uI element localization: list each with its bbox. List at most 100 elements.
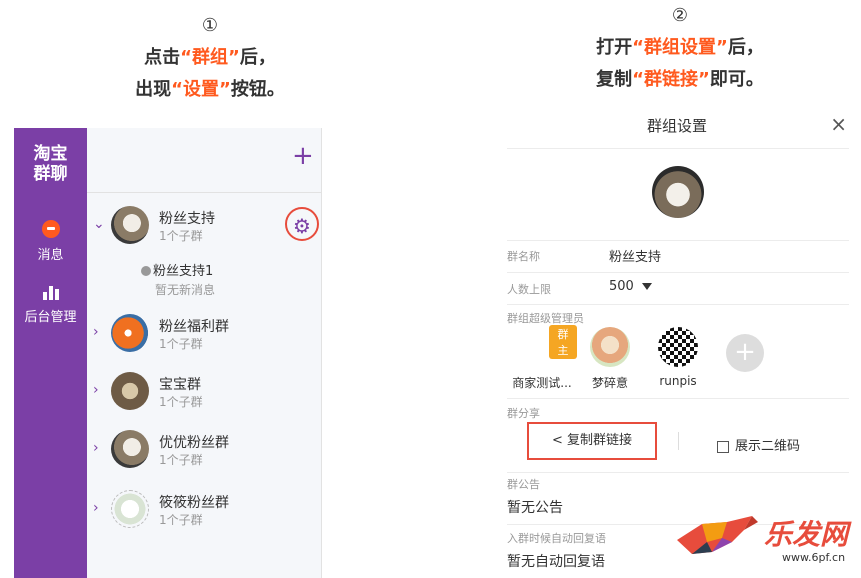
watermark-logo <box>672 512 762 560</box>
member-limit-value: 500 <box>609 279 634 294</box>
subgroup-item[interactable]: 粉丝支持1 暂无新消息 <box>141 260 215 298</box>
group-name: 粉丝福利群 <box>159 319 229 335</box>
copy-link-label: 复制群链接 <box>566 433 632 448</box>
step2-line2-post: 即可。 <box>709 69 764 90</box>
chevron-right-icon[interactable]: › <box>93 324 99 340</box>
divider <box>87 192 321 193</box>
step1-line1-highlight: “群组” <box>180 47 240 68</box>
copy-link-button[interactable]: < 复制群链接 <box>527 422 657 460</box>
group-subcount: 1个子群 <box>159 229 203 243</box>
show-qr-button[interactable]: 展示二维码 <box>717 435 800 454</box>
admin-item[interactable]: runpis <box>643 327 713 388</box>
gear-icon[interactable]: ⚙ <box>285 207 319 241</box>
group-item[interactable]: › 宝宝群 1个子群 <box>87 366 321 416</box>
app-brand: 淘宝 群聊 <box>14 144 87 184</box>
admins-label: 群组超级管理员 <box>507 312 584 325</box>
owner-badge: 群主 <box>549 325 577 359</box>
subgroup-status: 暂无新消息 <box>155 283 216 297</box>
group-name-value[interactable]: 粉丝支持 <box>609 246 661 265</box>
watermark-url: www.6pf.cn <box>782 551 846 564</box>
app-sidebar: 淘宝 群聊 消息 后台管理 <box>14 128 87 578</box>
caret-down-icon <box>641 283 652 290</box>
step1-line1-post: 后， <box>239 47 276 68</box>
message-icon <box>41 220 60 238</box>
admin-avatar <box>590 327 630 367</box>
step1-instruction: ① 点击“群组”后， 出现“设置”按钮。 <box>95 10 325 106</box>
divider <box>507 240 849 241</box>
step2-number: ② <box>671 5 689 26</box>
group-name: 优优粉丝群 <box>159 435 229 451</box>
nav-admin-label: 后台管理 <box>24 310 77 325</box>
step2-line1-pre: 打开 <box>596 37 633 58</box>
bull-logo-icon <box>677 516 758 554</box>
step2-line1-post: 后， <box>727 37 764 58</box>
admin-item[interactable]: 群主 商家测试... <box>507 325 577 391</box>
close-icon[interactable]: × <box>830 112 847 136</box>
step1-line2-post: 按钮。 <box>230 79 285 100</box>
notice-value[interactable]: 暂无公告 <box>507 497 563 517</box>
chevron-right-icon[interactable]: › <box>93 500 99 516</box>
chevron-down-icon[interactable]: ⌄ <box>93 216 105 232</box>
chat-bubble-icon <box>141 265 151 276</box>
chevron-right-icon[interactable]: › <box>93 382 99 398</box>
group-avatar <box>111 490 149 528</box>
group-item[interactable]: › 优优粉丝群 1个子群 <box>87 424 321 474</box>
divider <box>507 472 849 473</box>
share-icon: < <box>552 433 563 448</box>
admin-item[interactable]: 梦碎意 <box>575 327 645 391</box>
member-limit-select[interactable]: 500 <box>609 279 652 294</box>
group-avatar <box>111 372 149 410</box>
watermark-text: 乐发网 <box>764 518 849 551</box>
add-group-button[interactable]: + <box>292 143 314 169</box>
settings-title: 群组设置 <box>646 117 707 135</box>
chevron-right-icon[interactable]: › <box>93 440 99 456</box>
group-avatar <box>111 206 149 244</box>
bar-chart-icon <box>42 284 60 300</box>
group-item[interactable]: › 筱筱粉丝群 1个子群 <box>87 484 321 534</box>
group-subcount: 1个子群 <box>159 513 203 527</box>
group-chat-window: 淘宝 群聊 消息 后台管理 + ⌄ 粉丝支持 1个子群 ⚙ 粉丝支持1 暂无新消… <box>14 128 382 578</box>
nav-messages[interactable]: 消息 <box>14 220 87 263</box>
group-subcount: 1个子群 <box>159 453 203 467</box>
member-limit-label: 人数上限 <box>507 283 551 296</box>
admin-name: 梦碎意 <box>591 376 628 390</box>
group-item[interactable]: › 粉丝福利群 1个子群 <box>87 308 321 358</box>
step1-line2: 出现“设置”按钮。 <box>95 74 325 106</box>
show-qr-label: 展示二维码 <box>735 439 801 454</box>
group-subcount: 1个子群 <box>159 395 203 409</box>
step2-line1: 打开“群组设置”后， <box>560 32 800 64</box>
brand-line1: 淘宝 <box>33 144 68 164</box>
step1-number: ① <box>201 15 219 36</box>
step2-line2: 复制“群链接”即可。 <box>560 64 800 96</box>
add-admin-button[interactable]: + <box>726 334 764 372</box>
step2-line2-pre: 复制 <box>596 69 633 90</box>
nav-admin[interactable]: 后台管理 <box>14 284 87 325</box>
step2-instruction: ② 打开“群组设置”后， 复制“群链接”即可。 <box>560 0 800 96</box>
nav-messages-label: 消息 <box>37 248 64 263</box>
autoreply-value[interactable]: 暂无自动回复语 <box>507 551 605 571</box>
step1-line2-highlight: “设置” <box>171 79 231 100</box>
admin-name: runpis <box>659 374 697 388</box>
step2-line1-highlight: “群组设置” <box>632 37 728 58</box>
step1-line2-pre: 出现 <box>135 79 172 100</box>
step1-line1: 点击“群组”后， <box>95 42 325 74</box>
group-settings-panel: 群组设置 × 群名称 粉丝支持 人数上限 500 群组超级管理员 群主 商家测试… <box>493 100 861 578</box>
step1-line1-pre: 点击 <box>144 47 181 68</box>
subgroup-name: 粉丝支持1 <box>153 264 214 279</box>
divider <box>507 148 849 149</box>
share-label: 群分享 <box>507 407 540 420</box>
group-subcount: 1个子群 <box>159 337 203 351</box>
group-item[interactable]: ⌄ 粉丝支持 1个子群 ⚙ <box>87 200 321 250</box>
autoreply-label: 入群时候自动回复语 <box>507 532 606 545</box>
group-list-pane: + ⌄ 粉丝支持 1个子群 ⚙ 粉丝支持1 暂无新消息 › 粉丝福利群 1个子群… <box>87 128 322 578</box>
group-avatar-large[interactable] <box>652 166 704 218</box>
admin-avatar <box>658 327 698 367</box>
group-avatar <box>111 430 149 468</box>
group-avatar <box>111 314 149 352</box>
group-name: 筱筱粉丝群 <box>159 495 229 511</box>
qr-code-icon <box>717 440 729 453</box>
chat-area <box>322 128 382 578</box>
notice-label: 群公告 <box>507 478 540 491</box>
divider <box>507 398 849 399</box>
group-name-label: 群名称 <box>507 250 540 263</box>
